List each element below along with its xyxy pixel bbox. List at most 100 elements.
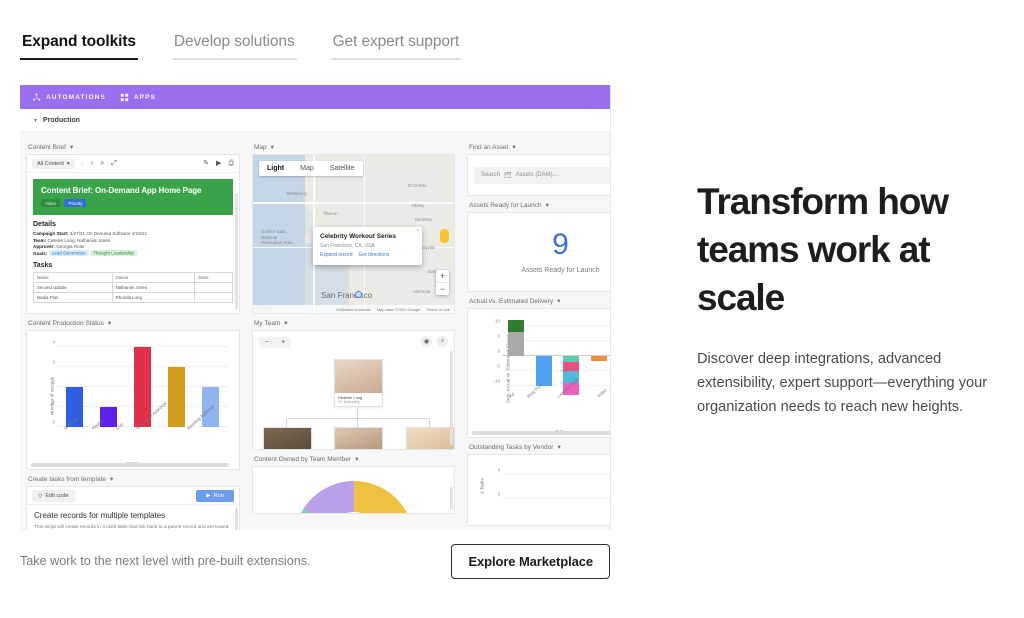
panel-label-content-owned[interactable]: Content Owned by Team Member ▾ [254,455,455,464]
explore-marketplace-button[interactable]: Explore Marketplace [451,543,610,579]
vertical-scrollbar[interactable] [450,351,453,445]
panel-label-map[interactable]: Map ▾ [254,143,455,152]
horizontal-scrollbar[interactable] [31,463,229,467]
panel-label-vendor-tasks[interactable]: Outstanding Tasks by Vendor ▾ [469,443,610,452]
metric-caption: Assets Ready for Launch [521,267,600,274]
tab-expand-toolkits[interactable]: Expand toolkits [20,33,138,60]
panel-label-my-team[interactable]: My Team ▾ [254,319,455,328]
script-toolbar: ◇ Edit code ▶ Run [27,487,239,505]
org-node[interactable]: Heather Long VP Marketing [334,359,383,407]
tab-develop-solutions[interactable]: Develop solutions [171,33,297,60]
map-tab-satellite[interactable]: Satellite [322,161,363,176]
zoom-out-button[interactable]: − [436,283,449,295]
fit-to-screen-icon[interactable]: ◉ [421,336,432,347]
run-label: Run [213,492,224,499]
panel-label-content-brief[interactable]: Content Brief ▾ [28,143,240,152]
search-input[interactable]: Search 🗂 Assets (DAM)... All [474,166,610,184]
panel-label-production-status[interactable]: Content Production Status ▾ [28,319,240,328]
metric-value: 9 [552,228,569,261]
table-header-row: Name Owner Done [33,271,233,283]
org-node[interactable]: Marcus Reyes Lead [263,427,312,449]
horizontal-scrollbar[interactable] [472,431,610,435]
topbar-apps[interactable]: APPS [120,93,156,102]
member-name: Heather Long [338,395,363,400]
folder-icon: 🗂 [504,172,512,179]
search-placeholder: Search [481,172,501,178]
base-selector[interactable]: ▾ Production [20,109,610,132]
pegman-icon[interactable] [440,229,449,243]
search-icon[interactable]: ⌕ [437,336,448,347]
chip: Priority [64,199,87,207]
code-icon: ◇ [38,492,43,499]
hero-description: Discover deep integrations, advanced ext… [697,351,988,415]
map-place-label: Albany [411,203,425,208]
chevron-down-icon: ▾ [284,320,288,327]
bar-stack[interactable] [591,317,608,395]
keyboard-shortcuts-link[interactable]: Keyboard shortcuts [336,307,370,312]
edit-code-button[interactable]: ◇ Edit code [32,489,75,502]
table-row[interactable]: Nadia Plan Rhonda Long [33,291,233,303]
terms-of-use-link[interactable]: Terms of Use [426,307,450,312]
vertical-scrollbar[interactable] [450,487,453,509]
chevron-down-icon: ▾ [110,476,114,483]
close-icon[interactable]: × [416,228,419,234]
play-icon[interactable]: ▶ [216,160,221,167]
find-asset-card: Search 🗂 Assets (DAM)... All [467,154,610,196]
vertical-scrollbar[interactable] [235,193,238,309]
expand-icon[interactable]: ⤢ [111,160,117,167]
view-selector[interactable]: All Content ▾ [32,158,75,169]
table-row[interactable]: Second update Nathaniel Jones [33,281,233,293]
bar-stack[interactable] [507,317,524,395]
y-tick: 4 [497,467,500,472]
avatar [335,360,382,393]
print-icon[interactable]: ⎙ [228,160,234,167]
tab-get-expert-support[interactable]: Get expert support [330,33,462,60]
panel-label-find-asset[interactable]: Find an Asset ▾ [469,143,610,152]
map-place-label: Tiburon [323,211,338,216]
y-tick: 0 [497,348,500,354]
search-source: Assets (DAM)... [515,172,558,178]
field-key: Campaign Start: [33,231,69,236]
panel-label-create-tasks[interactable]: Create tasks from template ▾ [28,475,240,484]
assets-ready-card: 9 Assets Ready for Launch [467,212,610,292]
next-record-icon[interactable]: › [91,160,93,167]
map-tab-map[interactable]: Map [292,161,322,176]
dashboard-column-1: Content Brief ▾ All Content ▾ ‹ › ⌕ ⤢ ✎ … [20,138,246,530]
org-node[interactable]: Marilena Jones Gallery Lead [406,427,454,449]
expand-record-link[interactable]: Expand record [320,252,353,258]
zoom-out-button[interactable]: − [259,337,275,348]
zoom-in-button[interactable]: + [275,337,291,348]
panel-title: Content Production Status [28,319,104,327]
column-header: Name [33,271,113,283]
map-place-label: Berkeley [415,217,433,222]
popup-title: Celebrity Workout Series [320,233,396,240]
zoom-in-button[interactable]: + [436,270,449,283]
chevron-down-icon: ▾ [270,144,274,151]
get-directions-link[interactable]: Get directions [359,252,390,258]
chevron-down-icon: ▾ [34,117,38,124]
cell: Nadia Plan [33,291,113,303]
prev-record-icon[interactable]: ‹ [82,160,84,167]
panel-title: Content Brief [28,143,66,151]
vertical-scrollbar[interactable] [235,507,238,530]
panel-label-delivery[interactable]: Actual vs. Estimated Delivery ▾ [469,297,610,306]
popup-address: San Francisco, CA, USA [320,243,375,249]
topbar-automations[interactable]: AUTOMATIONS [32,93,106,102]
map-card[interactable]: Light Map Satellite Strawberry Tiburon A… [252,154,455,314]
org-node[interactable]: Gregory Knutsen Content Lead [334,427,383,449]
edit-icon[interactable]: ✎ [203,160,209,167]
delivery-chart: Sum. Actual vs. Estimated (Days) -10 -5 … [467,308,610,438]
panel-label-assets-ready[interactable]: Assets Ready for Launch ▾ [469,201,610,210]
map-pin[interactable] [355,291,362,298]
chevron-down-icon: ▾ [69,144,74,151]
panel-title: Content Owned by Team Member [254,455,352,463]
y-tick: 3 [52,359,55,365]
search-icon[interactable]: ⌕ [100,160,104,167]
map-place-label: Strawberry [286,191,308,196]
content-brief-title: Content Brief: On-Demand App Home Page [41,186,202,195]
y-tick: -5 [495,363,500,369]
tasks-heading: Tasks [33,262,233,269]
content-brief-toolbar: All Content ▾ ‹ › ⌕ ⤢ ✎ ▶ ⎙ [27,155,239,173]
map-tab-light[interactable]: Light [259,161,292,176]
run-button[interactable]: ▶ Run [196,489,234,502]
